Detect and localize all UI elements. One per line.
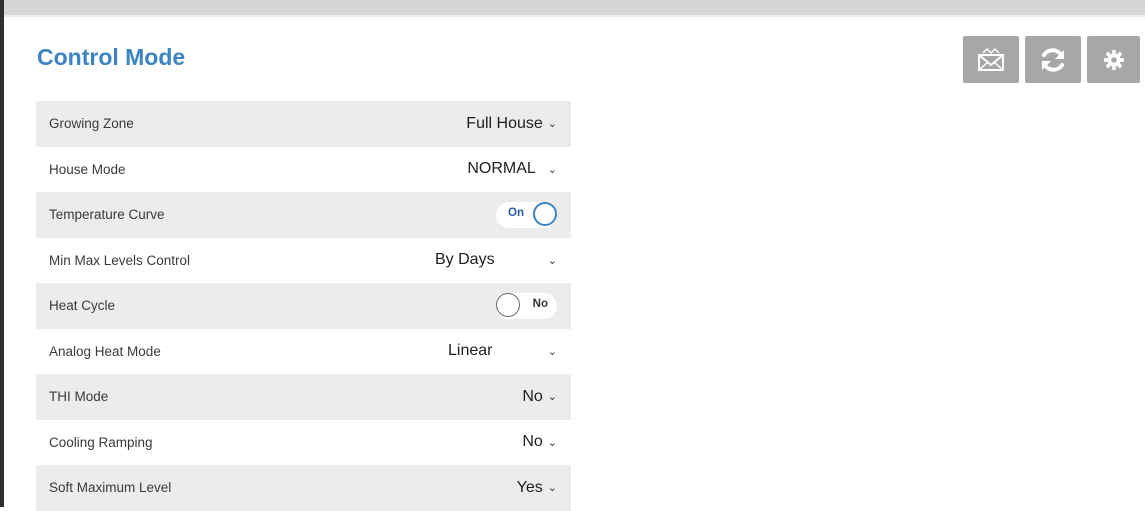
chevron-down-icon: ⌄ — [547, 118, 557, 131]
toggle-knob — [496, 292, 520, 317]
toolbar — [963, 36, 1140, 83]
chevron-down-icon: ⌄ — [547, 482, 557, 495]
house-mode-select[interactable]: NORMAL ⌄ — [467, 160, 557, 178]
top-border-line — [0, 15, 1145, 17]
select-value: NORMAL — [467, 160, 536, 178]
setting-label: Cooling Ramping — [49, 434, 153, 450]
page-title: Control Mode — [37, 44, 186, 70]
message-button[interactable] — [963, 36, 1019, 83]
setting-label: Heat Cycle — [49, 298, 116, 314]
setting-label: Min Max Levels Control — [49, 252, 191, 268]
setting-label: Soft Maximum Level — [49, 480, 172, 496]
select-value: No — [522, 387, 543, 405]
chevron-down-icon: ⌄ — [547, 391, 557, 404]
setting-row-growing-zone: Growing Zone Full House ⌄ — [36, 101, 571, 147]
setting-row-thi-mode: THI Mode No ⌄ — [36, 374, 571, 420]
setting-label: Analog Heat Mode — [49, 343, 161, 359]
temperature-curve-toggle[interactable]: On — [496, 201, 557, 228]
growing-zone-select[interactable]: Full House ⌄ — [466, 115, 557, 133]
select-value: Full House — [466, 114, 543, 132]
heat-cycle-toggle[interactable]: No — [496, 292, 557, 319]
select-value: By Days — [435, 251, 495, 269]
select-value: Linear — [448, 342, 493, 360]
envelope-icon — [978, 47, 1004, 71]
select-value: No — [522, 433, 543, 451]
chevron-down-icon: ⌄ — [547, 345, 557, 358]
select-value: Yes — [516, 478, 543, 496]
chevron-down-icon: ⌄ — [547, 436, 557, 449]
setting-row-heat-cycle: Heat Cycle No — [36, 283, 571, 329]
refresh-icon — [1042, 47, 1064, 72]
soft-maximum-level-select[interactable]: Yes ⌄ — [517, 479, 557, 497]
toggle-knob — [533, 201, 557, 226]
setting-row-soft-maximum-level: Soft Maximum Level Yes ⌄ — [36, 465, 571, 511]
gear-icon — [1103, 49, 1124, 70]
settings-list: Growing Zone Full House ⌄ House Mode NOR… — [36, 101, 571, 511]
chevron-down-icon: ⌄ — [547, 254, 557, 267]
settings-button[interactable] — [1087, 36, 1140, 83]
chevron-down-icon: ⌄ — [547, 163, 557, 176]
setting-label: Growing Zone — [49, 116, 134, 132]
toggle-state: No — [532, 297, 548, 310]
top-border — [0, 0, 1145, 15]
refresh-button[interactable] — [1025, 36, 1081, 83]
setting-label: House Mode — [49, 161, 126, 177]
setting-row-analog-heat-mode: Analog Heat Mode Linear ⌄ — [36, 328, 571, 374]
analog-heat-mode-select[interactable]: Linear ⌄ — [435, 342, 557, 360]
setting-row-temperature-curve: Temperature Curve On — [36, 192, 571, 238]
toggle-state: On — [508, 206, 524, 219]
setting-row-house-mode: House Mode NORMAL ⌄ — [36, 146, 571, 192]
cooling-ramping-select[interactable]: No ⌄ — [522, 433, 557, 451]
setting-label: Temperature Curve — [49, 207, 165, 223]
setting-row-min-max-levels-control: Min Max Levels Control By Days ⌄ — [36, 237, 571, 283]
left-border — [0, 0, 4, 507]
setting-row-cooling-ramping: Cooling Ramping No ⌄ — [36, 419, 571, 465]
min-max-levels-control-select[interactable]: By Days ⌄ — [435, 251, 557, 269]
thi-mode-select[interactable]: No ⌄ — [522, 388, 557, 406]
setting-label: THI Mode — [49, 389, 109, 405]
